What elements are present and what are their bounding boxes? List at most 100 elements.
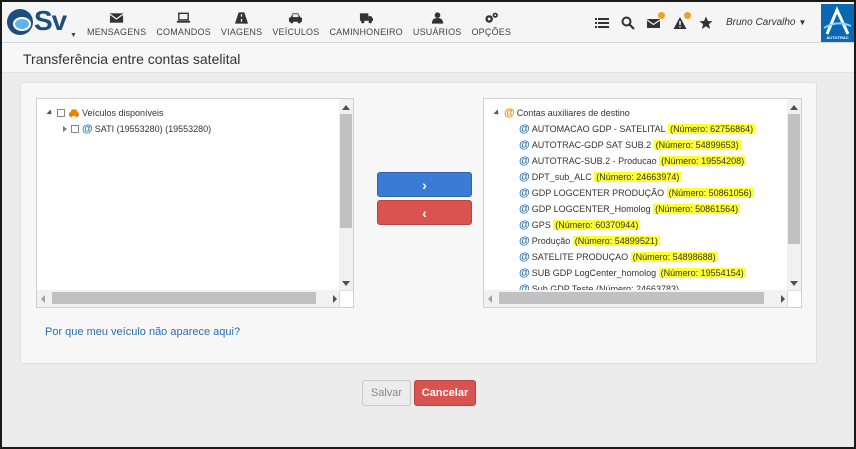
list-icon (595, 18, 609, 28)
tree-node-label: GDP LOGCENTER_Homolog (531, 204, 651, 214)
tree-checkbox[interactable] (71, 125, 79, 133)
tree-node[interactable]: @ AUTOTRAC-GDP SAT SUB.2 (Número: 548996… (519, 138, 741, 152)
available-vehicles-tree[interactable]: Veículos disponíveis @ SATI (19553280) (… (36, 98, 354, 308)
scroll-thumb[interactable] (340, 114, 352, 228)
nav-item-comandos[interactable]: COMANDOS (151, 2, 216, 43)
tree-root-row[interactable]: Veículos disponíveis (46, 106, 164, 120)
scroll-right-icon[interactable] (781, 295, 785, 303)
tree-node[interactable]: @ SUB GDP LogCenter_homolog (Número: 195… (519, 266, 746, 280)
tree-checkbox[interactable] (57, 109, 65, 117)
expand-toggle-icon[interactable] (46, 109, 54, 117)
vertical-scrollbar[interactable] (787, 99, 801, 292)
search-button[interactable] (621, 16, 639, 32)
tree-node[interactable]: @ AUTOTRAC-SUB.2 - Producao (Número: 195… (519, 154, 747, 168)
nav-item-veiculos[interactable]: VEÍCULOS (267, 2, 324, 43)
tree-node[interactable]: @ SATI (19553280) (19553280) (63, 122, 211, 136)
chevron-left-icon: ‹ (422, 204, 427, 221)
notification-badge (658, 12, 665, 19)
nav-item-opcoes[interactable]: OPÇÕES (466, 2, 516, 43)
tree-node-label: Contas auxiliares de destino (516, 108, 630, 118)
eye-logo-icon (7, 9, 33, 35)
app-logo[interactable]: Sv ▼ (6, 5, 77, 40)
list-button[interactable] (595, 16, 613, 32)
nav-label: VIAGENS (220, 27, 263, 37)
account-number: (Número: 19554154) (658, 268, 746, 278)
main-nav: MENSAGENS COMANDOS VIAGENS VEÍCULOS CAMI… (82, 2, 516, 43)
tree-node-label: DPT_sub_ALC (531, 172, 592, 182)
user-icon (431, 12, 443, 24)
cancel-button[interactable]: Cancelar (414, 380, 476, 406)
notification-badge (684, 12, 691, 19)
horizontal-scrollbar[interactable] (37, 290, 341, 307)
at-icon: @ (519, 187, 530, 199)
scroll-down-icon[interactable] (790, 281, 798, 286)
nav-label: OPÇÕES (471, 27, 512, 37)
caret-down-icon: ▼ (70, 32, 77, 39)
tree-node[interactable]: @ GDP LOGCENTER_Homolog (Número: 5086156… (519, 202, 741, 216)
account-number: (Número: 60370944) (553, 220, 641, 230)
nav-item-viagens[interactable]: VIAGENS (216, 2, 267, 43)
vertical-scrollbar[interactable] (339, 99, 353, 292)
scroll-thumb[interactable] (499, 292, 764, 304)
chevron-right-icon: › (422, 176, 427, 193)
tree-node[interactable]: @ GDP LOGCENTER PRODUÇÃO (Número: 508610… (519, 186, 754, 200)
tree-node-label: AUTOTRAC-GDP SAT SUB.2 (531, 140, 652, 150)
scroll-left-icon[interactable] (488, 295, 492, 303)
gears-icon (485, 12, 498, 23)
car-icon (289, 13, 303, 24)
brand-logo-text: AUTOTRAC (826, 35, 849, 40)
tree-node-label: GPS (531, 220, 551, 230)
at-icon: @ (519, 251, 530, 263)
star-icon (699, 16, 713, 29)
scroll-left-icon[interactable] (41, 295, 45, 303)
envelope-icon (109, 13, 124, 23)
move-left-button[interactable]: ‹ (377, 200, 472, 225)
user-menu[interactable]: Bruno Carvalho ▼ (726, 17, 806, 28)
scroll-right-icon[interactable] (333, 295, 337, 303)
nav-item-usuarios[interactable]: USUÁRIOS (408, 2, 467, 43)
tree-node-label: AUTOTRAC-SUB.2 - Producao (531, 156, 657, 166)
help-link[interactable]: Por que meu veículo não aparece aqui? (45, 326, 240, 338)
at-icon: @ (519, 155, 530, 167)
messages-button[interactable] (646, 12, 665, 32)
tree-node[interactable]: @ DPT_sub_ALC (Número: 24663974) (519, 170, 682, 184)
scroll-down-icon[interactable] (342, 281, 350, 286)
page-title: Transferência entre contas satelital (23, 51, 241, 67)
scroll-up-icon[interactable] (342, 105, 350, 110)
scroll-corner (339, 290, 353, 307)
tree-node-label: Produção (531, 236, 571, 246)
alerts-button[interactable] (673, 12, 691, 32)
tree-node[interactable]: @ Produção (Número: 54899521) (519, 234, 660, 248)
horizontal-scrollbar[interactable] (484, 290, 789, 307)
nav-item-caminhoneiro[interactable]: CAMINHONEIRO (324, 2, 407, 43)
tree-node[interactable]: @ SATELITE PRODUÇAO (Número: 54898688) (519, 250, 718, 264)
move-right-button[interactable]: › (377, 172, 472, 197)
scroll-thumb[interactable] (52, 292, 316, 304)
tree-node-label: SUB GDP LogCenter_homolog (531, 268, 657, 278)
nav-label: COMANDOS (156, 27, 211, 37)
username-text: Bruno Carvalho (726, 17, 796, 28)
scroll-thumb[interactable] (788, 114, 800, 244)
expand-toggle-icon[interactable] (63, 126, 67, 132)
account-number: (Número: 54899653) (653, 140, 741, 150)
caret-down-icon: ▼ (798, 18, 807, 27)
tree-node[interactable]: @ AUTOMACAO GDP - SATELITAL (Número: 627… (519, 122, 756, 136)
favorites-button[interactable] (699, 16, 717, 32)
page-header: Transferência entre contas satelital (2, 43, 854, 73)
app-window: Sv ▼ MENSAGENS COMANDOS VIAGENS VEÍCULOS (0, 0, 856, 449)
expand-toggle-icon[interactable] (493, 109, 501, 117)
scroll-up-icon[interactable] (790, 105, 798, 110)
account-number: (Número: 19554208) (659, 156, 747, 166)
tree-node[interactable]: @ GPS (Número: 60370944) (519, 218, 641, 232)
tree-root-row[interactable]: @ Contas auxiliares de destino (493, 106, 630, 120)
at-icon: @ (519, 235, 530, 247)
at-icon: @ (504, 107, 515, 119)
save-button[interactable]: Salvar (362, 380, 411, 406)
car-icon (69, 109, 79, 118)
road-icon (235, 12, 249, 24)
account-number: (Número: 62756864) (668, 124, 756, 134)
nav-item-mensagens[interactable]: MENSAGENS (82, 2, 151, 43)
truck-icon (359, 13, 373, 24)
destination-accounts-tree[interactable]: @ Contas auxiliares de destino @ AUTOMAC… (483, 98, 802, 308)
at-icon: @ (519, 203, 530, 215)
